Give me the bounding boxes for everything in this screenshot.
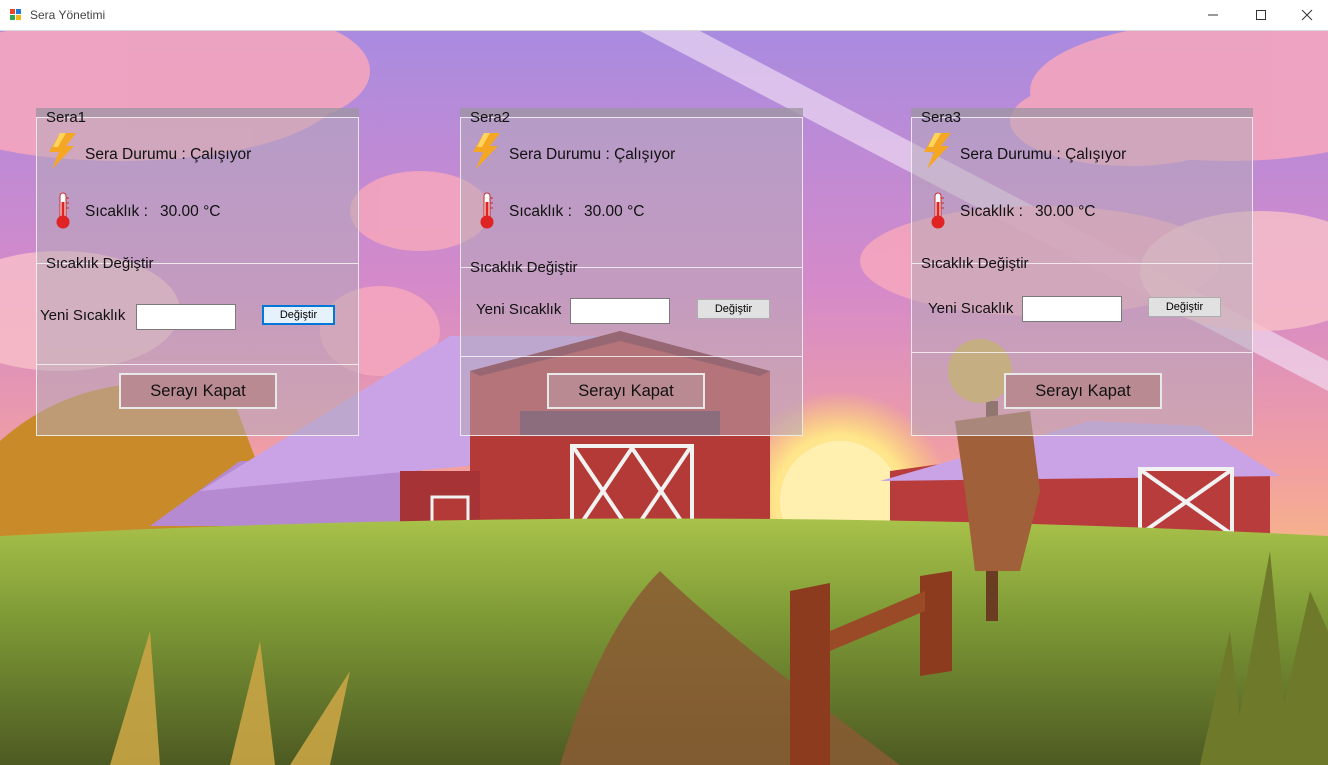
sera1-change-group-title: Sıcaklık Değiştir: [46, 255, 154, 272]
close-window-button[interactable]: [1284, 0, 1328, 30]
sera2-close-button[interactable]: Serayı Kapat: [547, 373, 705, 409]
title-bar: Sera Yönetimi: [0, 0, 1328, 31]
sera1-title: Sera1: [46, 109, 87, 126]
sera2-new-temp-input[interactable]: [570, 298, 670, 324]
window-title: Sera Yönetimi: [30, 8, 106, 22]
sera1-new-temp-label: Yeni Sıcaklık: [40, 307, 126, 324]
sera2-new-temp-label: Yeni Sıcaklık: [476, 301, 562, 318]
sera2-temp-label: Sıcaklık :: [509, 203, 572, 220]
sera1-new-temp-input[interactable]: [136, 304, 236, 330]
sera3-change-group-title: Sıcaklık Değiştir: [921, 255, 1029, 272]
lightning-icon: [921, 133, 953, 174]
sera3-status-label: Sera Durumu : Çalışıyor: [960, 146, 1127, 163]
maximize-icon: [1256, 10, 1266, 20]
sera2-title: Sera2: [470, 109, 511, 126]
lightning-icon: [470, 133, 502, 174]
sera1-temp-value: 30.00 °C: [160, 203, 221, 220]
sera2-change-button[interactable]: Değiştir: [697, 299, 770, 319]
maximize-button[interactable]: [1238, 0, 1284, 30]
sera2-panel: Sera2 Sera Durumu : Çalışıyor Sıcaklık :…: [460, 108, 803, 436]
sera2-change-group-title: Sıcaklık Değiştir: [470, 259, 578, 276]
thermometer-icon: [54, 192, 72, 235]
thermometer-icon: [929, 192, 947, 235]
sera3-temp-value: 30.00 °C: [1035, 203, 1096, 220]
sera3-new-temp-label: Yeni Sıcaklık: [928, 300, 1014, 317]
sera1-close-button[interactable]: Serayı Kapat: [119, 373, 277, 409]
close-icon: [1301, 9, 1313, 21]
sera3-change-button[interactable]: Değiştir: [1148, 297, 1221, 317]
sera3-close-button[interactable]: Serayı Kapat: [1004, 373, 1162, 409]
sera1-temp-label: Sıcaklık :: [85, 203, 148, 220]
sera2-temp-value: 30.00 °C: [584, 203, 645, 220]
sera2-status-label: Sera Durumu : Çalışıyor: [509, 146, 676, 163]
sera1-panel: Sera1 Sera Durumu : Çalışıyor Sıcaklık :…: [36, 108, 359, 436]
sera3-temp-label: Sıcaklık :: [960, 203, 1023, 220]
minimize-button[interactable]: [1190, 0, 1236, 30]
sera3-new-temp-input[interactable]: [1022, 296, 1122, 322]
lightning-icon: [46, 133, 78, 174]
sera1-change-button[interactable]: Değiştir: [262, 305, 335, 325]
sera3-title: Sera3: [921, 109, 962, 126]
sera3-panel: Sera3 Sera Durumu : Çalışıyor Sıcaklık :…: [911, 108, 1253, 436]
minimize-icon: [1208, 14, 1218, 16]
thermometer-icon: [478, 192, 496, 235]
sera1-status-label: Sera Durumu : Çalışıyor: [85, 146, 252, 163]
app-icon: [10, 9, 23, 21]
